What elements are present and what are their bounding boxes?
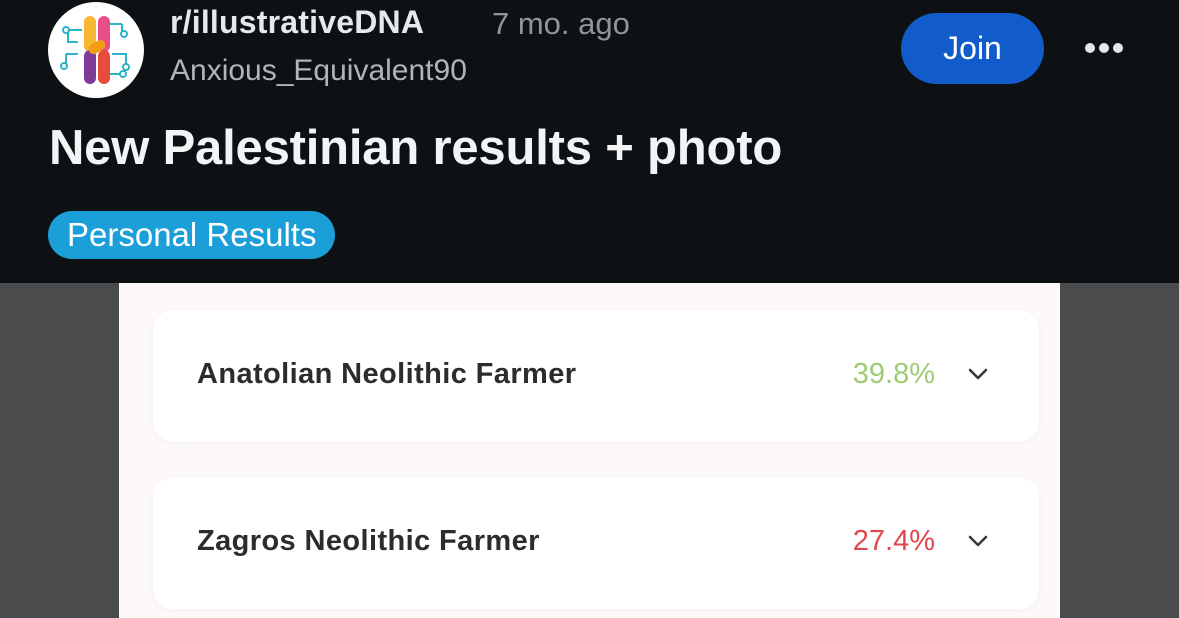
results-screenshot: Anatolian Neolithic Farmer 39.8% Zagros … (119, 283, 1060, 618)
result-percent: 27.4% (852, 525, 935, 557)
result-card: Zagros Neolithic Farmer 27.4% (153, 477, 1039, 609)
post-image[interactable]: Anatolian Neolithic Farmer 39.8% Zagros … (0, 283, 1179, 618)
illustrative-dna-logo-icon (60, 16, 130, 84)
post-header: r/illustrativeDNA 7 mo. ago Anxious_Equi… (0, 0, 1179, 283)
chevron-down-icon (968, 535, 988, 547)
subreddit-avatar[interactable] (48, 2, 144, 98)
result-percent: 39.8% (852, 358, 935, 390)
post-timestamp: 7 mo. ago (492, 6, 630, 41)
author-username[interactable]: Anxious_Equivalent90 (170, 54, 467, 88)
post-title[interactable]: New Palestinian results + photo (49, 120, 782, 176)
result-card: Anatolian Neolithic Farmer 39.8% (153, 310, 1039, 442)
result-name: Zagros Neolithic Farmer (197, 525, 540, 557)
result-name: Anatolian Neolithic Farmer (197, 358, 577, 390)
reddit-post-view: r/illustrativeDNA 7 mo. ago Anxious_Equi… (0, 0, 1179, 618)
chevron-down-icon (968, 368, 988, 380)
more-options-button[interactable] (1082, 30, 1126, 66)
subreddit-name[interactable]: r/illustrativeDNA (170, 4, 424, 41)
join-button[interactable]: Join (901, 13, 1044, 84)
post-flair[interactable]: Personal Results (48, 211, 336, 259)
ellipsis-icon (1085, 43, 1123, 53)
